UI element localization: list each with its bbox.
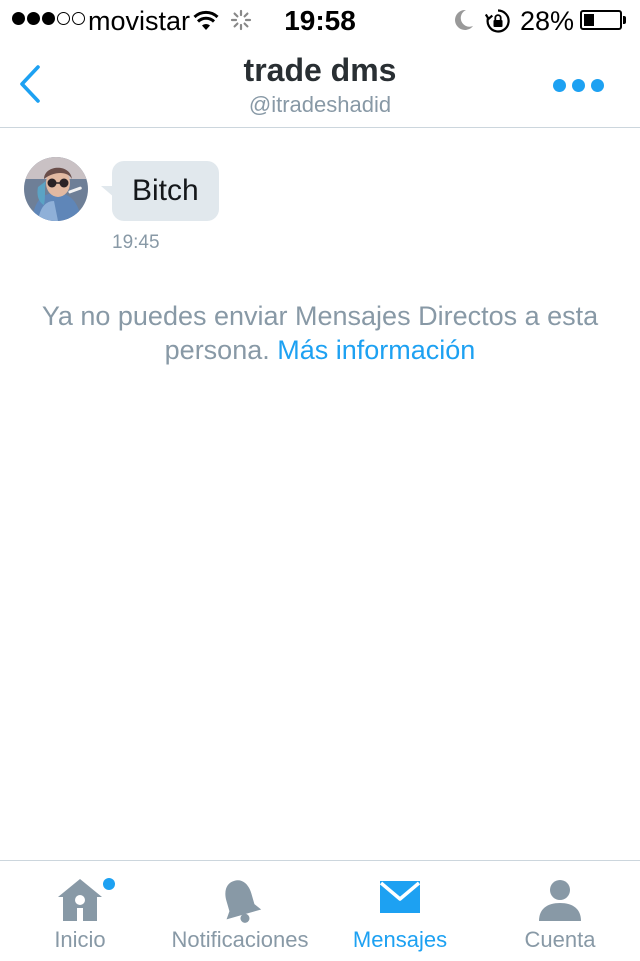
tab-inicio[interactable]: Inicio — [0, 861, 160, 961]
more-info-link[interactable]: Más información — [277, 335, 475, 365]
avatar-photo-icon — [24, 157, 88, 221]
person-icon — [539, 880, 581, 921]
battery-icon — [580, 10, 622, 30]
conversation-username: @itradeshadid — [248, 92, 392, 117]
rotation-lock-icon — [485, 9, 510, 33]
status-bar: movistar 19:58 28% — [0, 0, 640, 40]
tab-cuenta[interactable]: Cuenta — [480, 861, 640, 961]
home-icon — [58, 879, 102, 921]
message-text: Bitch — [132, 174, 199, 207]
more-dots-icon — [590, 78, 604, 92]
conversation-header: trade dms @itradeshadid — [0, 40, 640, 128]
unread-dot-icon — [103, 878, 115, 890]
battery-percentage: 28% — [520, 6, 575, 36]
more-options-button[interactable] — [548, 70, 608, 100]
battery-tip — [623, 16, 626, 24]
more-dots-icon — [571, 78, 585, 92]
tab-label: Cuenta — [524, 927, 596, 952]
bell-icon — [225, 880, 262, 923]
battery-fill — [584, 14, 594, 26]
tab-mensajes[interactable]: Mensajes — [320, 861, 480, 961]
more-dots-icon — [552, 78, 566, 92]
tab-bar: Inicio Notificaciones Mensajes Cuenta — [0, 860, 640, 960]
avatar[interactable] — [24, 157, 88, 221]
blocked-notice: Ya no puedes enviar Mensajes Directos a … — [10, 299, 630, 367]
tab-notificaciones[interactable]: Notificaciones — [160, 861, 320, 961]
conversation-title: trade dms — [243, 52, 397, 88]
message-timestamp: 19:45 — [112, 232, 160, 253]
envelope-icon — [379, 881, 421, 913]
do-not-disturb-moon-icon — [455, 9, 473, 30]
message-bubble[interactable]: Bitch — [112, 161, 219, 221]
